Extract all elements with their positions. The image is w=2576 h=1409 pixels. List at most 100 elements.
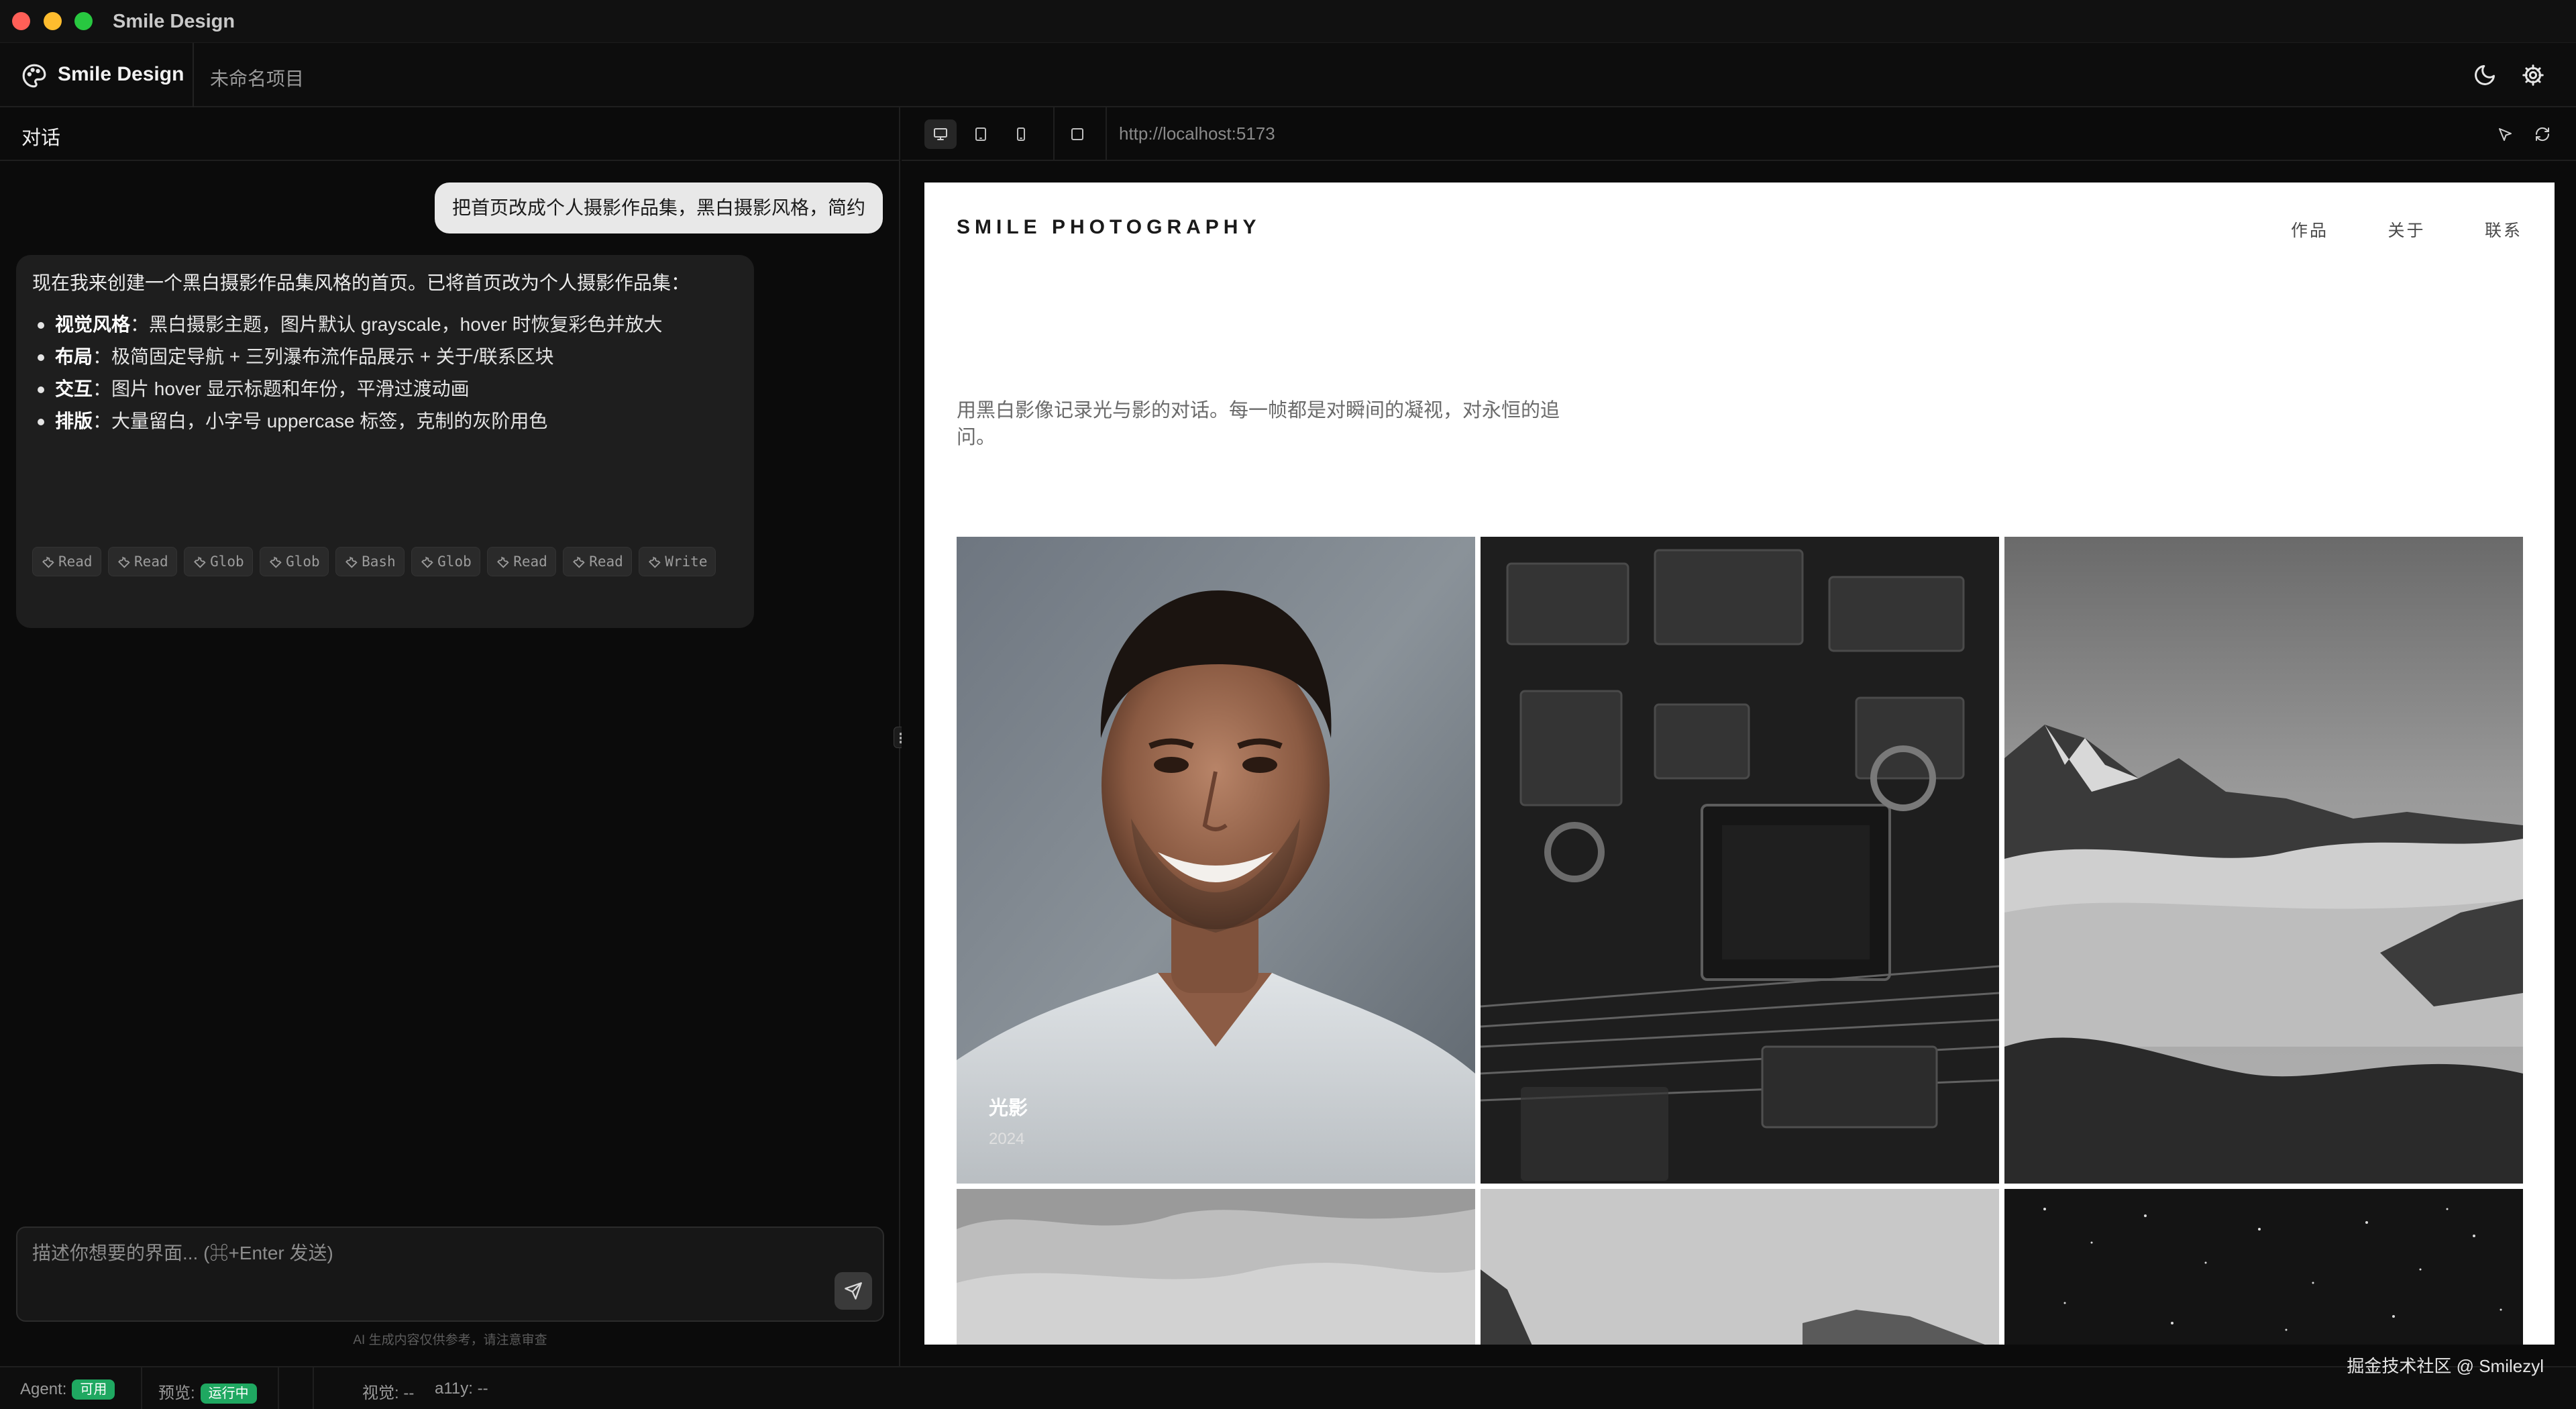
list-item: 视觉风格：黑白摄影主题，图片默认 grayscale，hover 时恢复彩色并放…	[32, 309, 738, 341]
assistant-message: 现在我来创建一个黑白摄影作品集风格的首页。已将首页改为个人摄影作品集： 视觉风格…	[16, 255, 754, 628]
ai-disclaimer: AI 生成内容仅供参考，请注意审查	[353, 1333, 547, 1347]
assistant-intro: 现在我来创建一个黑白摄影作品集风格的首页。已将首页改为个人摄影作品集：	[32, 272, 690, 293]
mobile-view-button[interactable]	[1005, 119, 1037, 149]
tablet-view-button[interactable]	[965, 119, 997, 149]
square-icon	[1071, 128, 1083, 140]
moon-icon[interactable]	[2473, 63, 2497, 87]
tool-chip-label: Glob	[286, 554, 320, 570]
message-input[interactable]	[32, 1240, 824, 1267]
status-divider	[278, 1367, 279, 1409]
agent-status: Agent: 可用	[20, 1379, 115, 1400]
photo-rocks[interactable]	[1481, 1189, 1999, 1345]
tool-chip[interactable]: Write	[639, 547, 716, 576]
tool-chip-label: Glob	[437, 554, 472, 570]
user-message: 把首页改成个人摄影作品集，黑白摄影风格，简约	[434, 182, 883, 233]
tool-chip[interactable]: Glob	[184, 547, 253, 576]
wrench-icon	[270, 556, 282, 568]
wrench-icon	[42, 556, 54, 568]
list-item: 布局：极简固定导航 + 三列瀑布流作品展示 + 关于/联系区块	[32, 341, 738, 373]
palette-icon	[22, 64, 46, 88]
assistant-points: 视觉风格：黑白摄影主题，图片默认 grayscale，hover 时恢复彩色并放…	[32, 309, 738, 437]
tool-chip-label: Read	[58, 554, 93, 570]
photo-clouds[interactable]	[957, 1189, 1475, 1345]
status-badge: 可用	[72, 1379, 115, 1400]
point-label: 交互	[55, 378, 93, 399]
toolbar-divider	[1053, 107, 1055, 161]
send-icon	[845, 1282, 862, 1300]
site-nav: 作品 关于 联系	[2235, 217, 2522, 242]
tool-chip[interactable]: Bash	[335, 547, 405, 576]
photo-night-sky[interactable]	[2004, 1189, 2523, 1345]
preview-viewport: SMILE PHOTOGRAPHY 作品 关于 联系 用黑白影像记录光与影的对话…	[924, 182, 2555, 1345]
tool-chip-label: Write	[665, 554, 708, 570]
tablet-icon	[975, 127, 986, 141]
tool-chip-label: Glob	[210, 554, 244, 570]
status-divider	[313, 1367, 314, 1409]
wrench-icon	[421, 556, 433, 568]
toolbar-divider	[1106, 107, 1107, 161]
agent-status-label: Agent:	[20, 1380, 67, 1398]
close-window-button[interactable]	[12, 12, 30, 30]
chat-panel-header: 对话	[0, 107, 900, 161]
tool-chip[interactable]: Glob	[411, 547, 480, 576]
status-badge: 运行中	[200, 1384, 257, 1404]
tool-chip[interactable]: Read	[487, 547, 556, 576]
wrench-icon	[497, 556, 509, 568]
site-logo[interactable]: SMILE PHOTOGRAPHY	[957, 216, 1260, 239]
inspect-pointer-button[interactable]	[2489, 119, 2521, 149]
status-bar: Agent: 可用 预览: 运行中 视觉: -- a11y: --	[0, 1366, 2576, 1409]
tool-chip-label: Read	[513, 554, 547, 570]
preview-panel: http://localhost:5173 SMILE PHOTOGRAPHY …	[902, 107, 2576, 1366]
window-titlebar: Smile Design	[0, 0, 2576, 43]
preview-status: 预览: 运行中	[158, 1379, 257, 1404]
photo-portrait[interactable]: 光影 2024	[957, 537, 1475, 1184]
preview-url[interactable]: http://localhost:5173	[1119, 123, 1275, 144]
maximize-window-button[interactable]	[74, 12, 93, 30]
tool-chip[interactable]: Read	[108, 547, 177, 576]
watermark: 掘金技术社区 @ Smilezyl	[2347, 1356, 2544, 1376]
chat-panel-title: 对话	[21, 127, 61, 149]
refresh-button[interactable]	[2526, 119, 2559, 149]
minimize-window-button[interactable]	[44, 12, 62, 30]
tool-chip[interactable]: Read	[563, 547, 632, 576]
visual-status: 视觉: --	[362, 1384, 415, 1402]
chat-panel: 对话 把首页改成个人摄影作品集，黑白摄影风格，简约 现在我来创建一个黑白摄影作品…	[0, 107, 900, 1366]
photo-mountains[interactable]	[2004, 537, 2523, 1184]
wrench-icon	[118, 556, 130, 568]
frame-toggle-button[interactable]	[1061, 119, 1093, 149]
list-item: 排版：大量留白，小字号 uppercase 标签，克制的灰阶用色	[32, 405, 738, 437]
phone-icon	[1017, 127, 1025, 141]
a11y-status: a11y: --	[435, 1379, 488, 1398]
app-header: Smile Design 未命名项目	[0, 43, 2576, 107]
wrench-icon	[345, 556, 358, 568]
tool-chip-label: Read	[134, 554, 168, 570]
cursor-icon	[2499, 128, 2512, 141]
project-name[interactable]: 未命名项目	[210, 64, 304, 91]
point-label: 视觉风格	[55, 314, 131, 335]
photo-title: 光影	[989, 1098, 1028, 1119]
point-text: ：黑白摄影主题，图片默认 grayscale，hover 时恢复彩色并放大	[130, 314, 663, 335]
list-item: 交互：图片 hover 显示标题和年份，平滑过渡动画	[32, 373, 738, 405]
tool-chip[interactable]: Glob	[260, 547, 329, 576]
tool-chip[interactable]: Read	[32, 547, 101, 576]
window-title: Smile Design	[113, 11, 235, 32]
point-label: 布局	[55, 346, 93, 367]
message-composer	[16, 1227, 884, 1322]
point-text: ：图片 hover 显示标题和年份，平滑过渡动画	[93, 378, 470, 399]
preview-toolbar: http://localhost:5173	[902, 107, 2576, 161]
preview-status-label: 预览:	[158, 1384, 195, 1402]
send-button[interactable]	[835, 1272, 872, 1310]
header-divider	[193, 43, 194, 107]
wrench-icon	[649, 556, 661, 568]
tool-chip-label: Bash	[362, 554, 396, 570]
gear-icon[interactable]	[2521, 63, 2545, 87]
site-intro: 用黑白影像记录光与影的对话。每一帧都是对瞬间的凝视，对永恒的追问。	[957, 400, 1560, 448]
nav-link-contact[interactable]: 联系	[2485, 217, 2522, 242]
nav-link-about[interactable]: 关于	[2388, 217, 2426, 242]
nav-link-works[interactable]: 作品	[2291, 217, 2328, 242]
photo-circuit-board[interactable]	[1481, 537, 1999, 1184]
desktop-view-button[interactable]	[924, 119, 957, 149]
tool-chip-label: Read	[589, 554, 623, 570]
status-divider	[141, 1367, 142, 1409]
photo-caption: 光影 2024	[989, 1092, 1028, 1149]
